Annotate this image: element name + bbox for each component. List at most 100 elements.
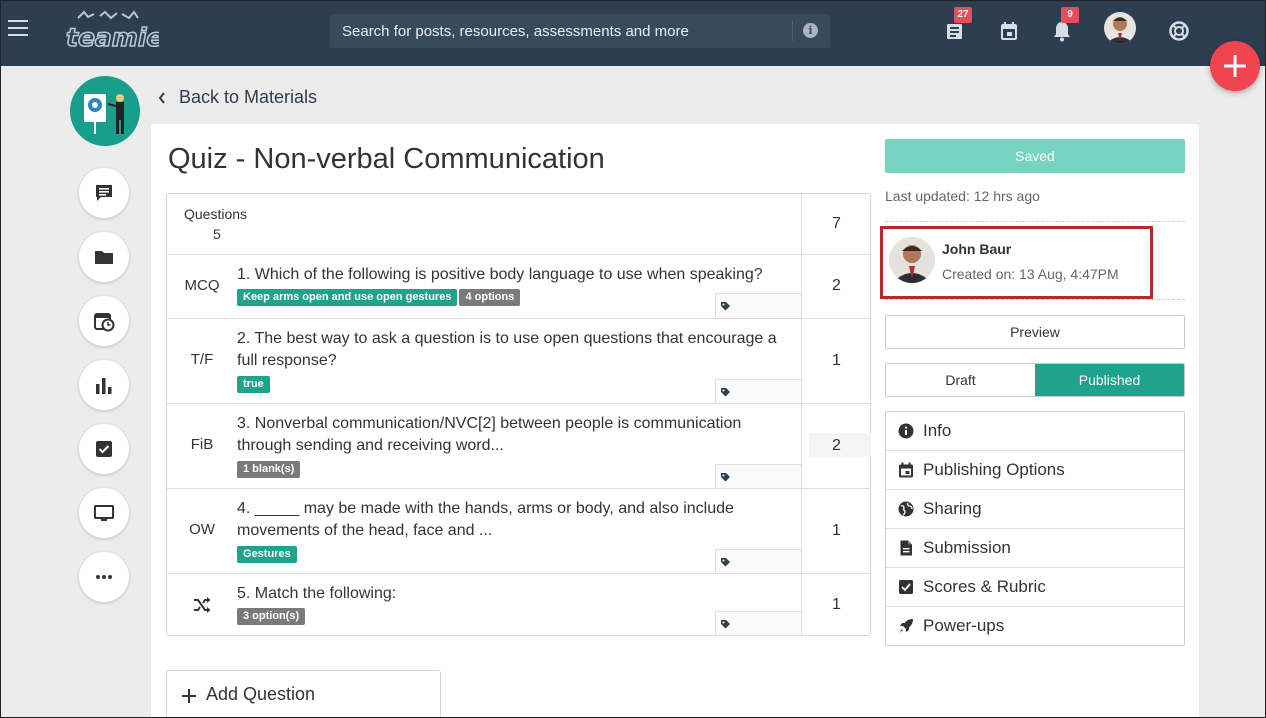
question-score: 1 <box>832 522 841 539</box>
questions-label: Questions <box>184 206 248 222</box>
divider <box>885 221 1185 222</box>
tag-button[interactable] <box>715 464 801 488</box>
course-avatar[interactable] <box>70 76 140 146</box>
back-link-label: Back to Materials <box>179 87 318 107</box>
page-title: Quiz - Non-verbal Communication <box>168 143 605 175</box>
menu-item-label: Submission <box>923 538 1011 557</box>
tag-button[interactable] <box>715 549 801 573</box>
question-type: T/F <box>190 351 214 368</box>
questions-header-row: Questions 5 7 <box>167 194 870 255</box>
question-tags: Keep arms open and use open gestures 4 o… <box>237 289 521 306</box>
settings-menu: Info Publishing Options Sharing Submissi… <box>885 411 1185 646</box>
notifications-badge: 9 <box>1061 7 1079 23</box>
folder-icon[interactable] <box>79 232 129 282</box>
last-updated-text: Last updated: 12 hrs ago <box>885 188 1040 204</box>
question-table: Questions 5 7 MCQ 1. Which of the follow… <box>166 193 871 636</box>
rocket-icon <box>899 619 913 633</box>
options-tag: 3 option(s) <box>237 608 306 625</box>
info-icon[interactable]: i <box>803 23 818 38</box>
discussions-icon[interactable] <box>79 168 129 218</box>
plus-icon <box>182 689 196 703</box>
question-tags: Gestures <box>237 546 297 563</box>
author-name: John Baur <box>942 241 1012 257</box>
question-text: 4. _____ may be made with the hands, arm… <box>237 500 734 539</box>
score-cell: 1 <box>801 574 870 635</box>
back-to-materials-link[interactable]: Back to Materials <box>157 87 317 108</box>
user-avatar[interactable] <box>1104 12 1136 44</box>
menu-item-label: Publishing Options <box>923 460 1065 479</box>
score-cell: 2 <box>801 404 871 488</box>
question-type: MCQ <box>184 277 220 294</box>
tag-button[interactable] <box>715 611 801 635</box>
document-icon <box>900 540 912 556</box>
search-divider <box>792 21 793 41</box>
question-row[interactable]: T/F 2. The best way to ask a question is… <box>167 319 870 404</box>
score-cell: 1 <box>801 489 870 573</box>
status-toggle: Draft Published <box>885 363 1185 397</box>
question-type: OW <box>189 521 215 538</box>
answer-tag: Keep arms open and use open gestures <box>237 289 458 306</box>
tag-button[interactable] <box>715 379 801 403</box>
tag-icon <box>721 558 730 567</box>
assessment-icon[interactable] <box>79 424 129 474</box>
search-input[interactable]: Search for posts, resources, assessments… <box>342 23 689 40</box>
teamie-logo[interactable]: teamie <box>64 8 164 53</box>
saved-button[interactable]: Saved <box>885 139 1185 173</box>
question-row[interactable]: OW 4. _____ may be made with the hands, … <box>167 489 870 574</box>
menu-item-label: Power-ups <box>923 616 1005 635</box>
options-tag: 4 options <box>459 289 521 306</box>
questions-count: 5 <box>213 226 221 242</box>
question-text: 5. Match the following: <box>237 585 397 602</box>
add-question-label: Add Question <box>206 684 316 704</box>
question-score: 1 <box>832 596 841 613</box>
calendar-icon[interactable] <box>998 20 1022 44</box>
score-cell: 1 <box>801 319 870 403</box>
globe-icon <box>898 501 914 517</box>
draft-toggle[interactable]: Draft <box>886 364 1035 396</box>
schedule-icon[interactable] <box>79 296 129 346</box>
created-on-text: Created on: 13 Aug, 4:47PM <box>942 266 1119 282</box>
question-score[interactable]: 2 <box>802 437 871 455</box>
answer-tag: true <box>237 376 270 393</box>
tag-icon <box>721 620 730 629</box>
preview-button[interactable]: Preview <box>885 315 1185 349</box>
question-row[interactable]: FiB 3. Nonverbal communication/NVC[2] be… <box>167 404 871 489</box>
question-type: FiB <box>190 436 214 453</box>
newsfeed-icon[interactable]: 27 <box>944 7 972 44</box>
menu-item-info[interactable]: Info <box>886 412 1184 451</box>
search-bar[interactable]: Search for posts, resources, assessments… <box>330 14 830 48</box>
add-fab-button[interactable] <box>1210 41 1260 91</box>
menu-item-scores-rubric[interactable]: Scores & Rubric <box>886 568 1184 607</box>
help-icon[interactable] <box>1168 20 1192 44</box>
question-score: 2 <box>832 277 841 294</box>
question-tags: 3 option(s) <box>237 608 306 625</box>
question-row[interactable]: MCQ 1. Which of the following is positiv… <box>167 255 870 319</box>
menu-icon[interactable] <box>8 20 28 38</box>
display-icon[interactable] <box>79 488 129 538</box>
divider <box>885 299 1185 300</box>
newsfeed-badge: 27 <box>954 7 972 23</box>
menu-item-sharing[interactable]: Sharing <box>886 490 1184 529</box>
question-tags: true <box>237 376 270 393</box>
question-tags: 1 blank(s) <box>237 461 301 478</box>
top-bar: teamie Search for posts, resources, asse… <box>0 0 1266 66</box>
bell-icon[interactable]: 9 <box>1051 7 1079 44</box>
author-card: John Baur Created on: 13 Aug, 4:47PM <box>880 226 1153 299</box>
menu-item-label: Sharing <box>923 499 982 518</box>
analytics-icon[interactable] <box>79 360 129 410</box>
info-icon <box>898 423 914 439</box>
more-icon[interactable] <box>79 552 129 602</box>
tag-icon <box>721 388 730 397</box>
menu-item-submission[interactable]: Submission <box>886 529 1184 568</box>
tag-button[interactable] <box>715 293 801 317</box>
chevron-left-icon <box>158 91 165 104</box>
answer-tag: Gestures <box>237 546 297 563</box>
add-question-button[interactable]: Add Question <box>166 670 441 718</box>
author-avatar <box>889 237 935 283</box>
menu-item-publishing-options[interactable]: Publishing Options <box>886 451 1184 490</box>
menu-item-label: Info <box>923 421 952 440</box>
published-toggle[interactable]: Published <box>1035 364 1184 396</box>
tag-icon <box>721 473 730 482</box>
question-row[interactable]: 5. Match the following: 3 option(s) 1 <box>167 574 870 635</box>
menu-item-power-ups[interactable]: Power-ups <box>886 607 1184 646</box>
